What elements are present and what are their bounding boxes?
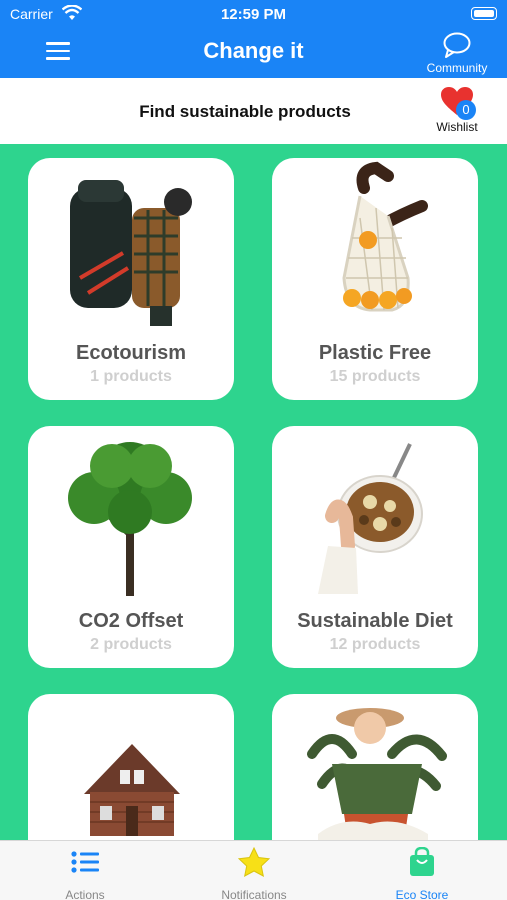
subheader: Find sustainable products 0 Wishlist <box>0 78 507 144</box>
category-count: 15 products <box>329 368 421 385</box>
clock: 12:59 PM <box>220 6 287 23</box>
status-bar: Carrier 12:59 PM <box>0 0 507 28</box>
list-icon <box>71 851 99 873</box>
wishlist-count-badge: 0 <box>456 100 476 120</box>
category-name: Sustainable Diet <box>297 610 453 632</box>
category-card-sustainable-diet[interactable]: Sustainable Diet 12 products <box>272 426 478 668</box>
battery-icon <box>471 7 497 20</box>
category-name: Plastic Free <box>318 342 432 364</box>
community-button[interactable]: Community <box>421 32 493 75</box>
community-label: Community <box>426 61 488 75</box>
tab-bar: Actions Notifications Eco Store <box>0 840 507 900</box>
tab-notifications[interactable]: Notifications <box>194 846 314 900</box>
tab-label: Actions <box>65 888 105 900</box>
tab-eco-store[interactable]: Eco Store <box>362 846 482 900</box>
chat-bubble-icon <box>443 32 471 58</box>
granola-bowl-image <box>318 443 423 594</box>
tab-label: Eco Store <box>395 888 449 900</box>
wishlist-label: Wishlist <box>436 120 478 134</box>
backpacker-image <box>70 180 192 326</box>
category-name: Ecotourism <box>75 342 187 364</box>
star-icon <box>237 846 271 877</box>
category-count: 2 products <box>90 636 172 653</box>
tree-image <box>68 442 192 596</box>
mesh-bag-image <box>342 161 428 312</box>
category-name: CO2 Offset <box>78 610 184 632</box>
nav-header: Carrier 12:59 PM Change it Community <box>0 0 507 78</box>
category-count: 12 products <box>329 636 421 653</box>
category-count: 1 products <box>90 368 172 385</box>
category-card-ecotourism[interactable]: Ecotourism 1 products <box>28 158 234 400</box>
section-title: Find sustainable products <box>139 102 351 121</box>
category-card-plastic-free[interactable]: Plastic Free 15 products <box>272 158 478 400</box>
tab-actions[interactable]: Actions <box>25 847 145 900</box>
shopping-bag-icon <box>410 846 434 876</box>
wishlist-button[interactable]: 0 Wishlist <box>429 86 485 134</box>
tab-label: Notifications <box>221 888 287 900</box>
category-card-co2-offset[interactable]: CO2 Offset 2 products <box>28 426 234 668</box>
